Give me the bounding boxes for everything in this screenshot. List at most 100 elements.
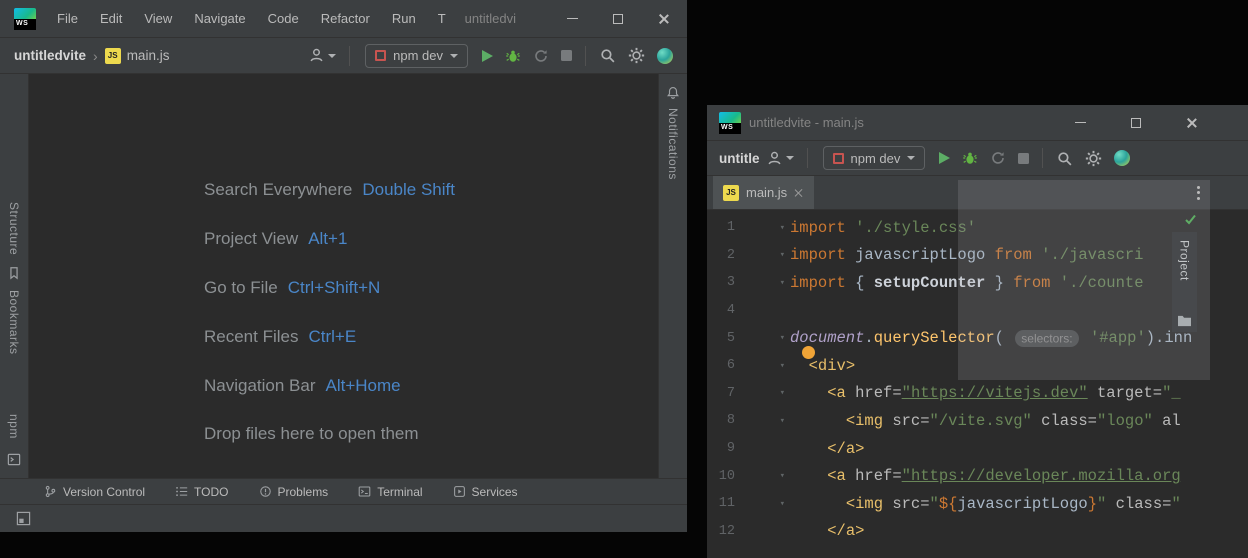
breadcrumb-file[interactable]: main.js bbox=[127, 48, 170, 63]
search-everywhere-button[interactable] bbox=[1050, 145, 1079, 171]
tool-button-version-control[interactable]: Version Control bbox=[44, 485, 145, 499]
code-line[interactable]: 7▾ <a href="https://vitejs.dev" target="… bbox=[707, 380, 1248, 408]
menu-refactor[interactable]: Refactor bbox=[310, 11, 381, 26]
rerun-button[interactable] bbox=[984, 145, 1012, 171]
code-line[interactable]: 12 </a> bbox=[707, 518, 1248, 546]
user-avatar-button[interactable] bbox=[760, 145, 800, 171]
minimize-button[interactable] bbox=[549, 0, 595, 37]
line-number[interactable]: 9 bbox=[707, 441, 735, 456]
bookmark-icon[interactable] bbox=[7, 266, 21, 280]
line-number[interactable]: 8 bbox=[707, 413, 735, 428]
tool-button-project[interactable]: Project bbox=[1172, 232, 1197, 332]
line-number[interactable]: 12 bbox=[707, 524, 735, 539]
title-bar[interactable]: WS untitledvite - main.js bbox=[707, 105, 1248, 141]
tool-button-npm[interactable]: npm bbox=[7, 414, 21, 439]
breadcrumb-project[interactable]: untitledvite bbox=[14, 48, 86, 63]
npm-config-icon bbox=[833, 153, 844, 164]
search-everywhere-button[interactable] bbox=[593, 43, 622, 69]
line-number[interactable]: 5 bbox=[707, 331, 735, 346]
settings-button[interactable] bbox=[622, 43, 651, 69]
tab-mainjs[interactable]: JS main.js bbox=[713, 176, 814, 209]
user-avatar-button[interactable] bbox=[302, 43, 342, 69]
code-line[interactable]: 11▾ <img src="${javascriptLogo}" class=" bbox=[707, 490, 1248, 518]
menu-run[interactable]: Run bbox=[381, 11, 427, 26]
fold-marker-icon[interactable]: ▾ bbox=[735, 223, 790, 233]
fold-marker-icon[interactable]: ▾ bbox=[735, 333, 790, 343]
stop-button[interactable] bbox=[1012, 145, 1035, 171]
close-button[interactable] bbox=[1164, 105, 1220, 140]
tool-button-todo[interactable]: TODO bbox=[175, 485, 228, 499]
fold-marker-icon[interactable]: ▾ bbox=[735, 499, 790, 509]
tool-button-terminal[interactable]: Terminal bbox=[358, 485, 422, 499]
run-config-combo[interactable]: npm dev bbox=[823, 146, 926, 170]
line-number[interactable]: 7 bbox=[707, 386, 735, 401]
line-number[interactable]: 10 bbox=[707, 469, 735, 484]
breadcrumb-separator: › bbox=[93, 48, 98, 64]
window-untitledvite-mainjs: WS untitledvite - main.js untitle npm de… bbox=[707, 105, 1248, 558]
code-line[interactable]: 9 </a> bbox=[707, 435, 1248, 463]
menu-navigate[interactable]: Navigate bbox=[183, 11, 256, 26]
settings-button[interactable] bbox=[1079, 145, 1108, 171]
play-icon bbox=[939, 152, 950, 164]
bell-icon[interactable] bbox=[666, 86, 680, 100]
breadcrumb-project[interactable]: untitle bbox=[719, 151, 760, 166]
line-number[interactable]: 6 bbox=[707, 358, 735, 373]
debug-button[interactable] bbox=[499, 43, 527, 69]
maximize-button[interactable] bbox=[1108, 105, 1164, 140]
maximize-button[interactable] bbox=[595, 0, 641, 37]
line-number[interactable]: 2 bbox=[707, 248, 735, 263]
toolwindow-toggle-icon[interactable] bbox=[16, 511, 31, 526]
window-title: untitledvi bbox=[465, 11, 516, 26]
editor-area[interactable]: Search EverywhereDouble ShiftProject Vie… bbox=[29, 74, 658, 478]
line-number[interactable]: 3 bbox=[707, 275, 735, 290]
tool-button-problems[interactable]: Problems bbox=[259, 485, 329, 499]
run-config-combo[interactable]: npm dev bbox=[365, 44, 468, 68]
fold-marker-icon[interactable]: ▾ bbox=[735, 416, 790, 426]
fold-marker-icon[interactable]: ▾ bbox=[735, 278, 790, 288]
code-line[interactable]: 8▾ <img src="/vite.svg" class="logo" al bbox=[707, 407, 1248, 435]
tool-button-structure[interactable]: Structure bbox=[7, 202, 21, 255]
plugin-sphere-button[interactable] bbox=[651, 43, 679, 69]
line-number[interactable]: 4 bbox=[707, 303, 735, 318]
terminal-tool-icon[interactable] bbox=[7, 452, 22, 467]
code-text: <img src="/vite.svg" class="logo" al bbox=[790, 412, 1181, 430]
close-tab-icon[interactable] bbox=[794, 188, 804, 198]
tool-button-notifications[interactable]: Notifications bbox=[666, 108, 680, 180]
tool-button-label: Terminal bbox=[377, 485, 422, 499]
tool-button-services[interactable]: Services bbox=[453, 485, 518, 499]
minimize-button[interactable] bbox=[1052, 105, 1108, 140]
fold-marker-icon[interactable]: ▾ bbox=[735, 361, 790, 371]
tool-button-bookmarks[interactable]: Bookmarks bbox=[7, 290, 21, 355]
menu-edit[interactable]: Edit bbox=[89, 11, 133, 26]
title-bar[interactable]: WS FileEditViewNavigateCodeRefactorRunT … bbox=[0, 0, 687, 38]
line-number[interactable]: 11 bbox=[707, 496, 735, 511]
code-line[interactable]: 10▾ <a href="https://developer.mozilla.o… bbox=[707, 462, 1248, 490]
menu-code[interactable]: Code bbox=[257, 11, 310, 26]
shortcut-hints: Search EverywhereDouble ShiftProject Vie… bbox=[204, 166, 455, 459]
right-tool-stripe: Notifications bbox=[658, 74, 687, 478]
hint-shortcut-label: Ctrl+Shift+N bbox=[288, 278, 381, 298]
debug-button[interactable] bbox=[956, 145, 984, 171]
hint-action-label: Go to File bbox=[204, 278, 278, 298]
fold-marker-icon[interactable]: ▾ bbox=[735, 471, 790, 481]
line-number[interactable]: 1 bbox=[707, 220, 735, 235]
maximize-icon bbox=[1131, 118, 1141, 128]
inspections-check-icon[interactable] bbox=[1184, 213, 1197, 226]
fold-marker-icon[interactable]: ▾ bbox=[735, 388, 790, 398]
tab-options-kebab-icon[interactable] bbox=[1193, 176, 1204, 209]
editor-hint: Search EverywhereDouble Shift bbox=[204, 166, 455, 215]
run-button[interactable] bbox=[933, 145, 956, 171]
run-button[interactable] bbox=[476, 43, 499, 69]
fold-marker-icon[interactable]: ▾ bbox=[735, 250, 790, 260]
restart-icon bbox=[533, 48, 549, 64]
menu-file[interactable]: File bbox=[46, 11, 89, 26]
todo-list-icon bbox=[175, 485, 188, 498]
plugin-sphere-button[interactable] bbox=[1108, 145, 1136, 171]
menu-view[interactable]: View bbox=[133, 11, 183, 26]
menu-t[interactable]: T bbox=[427, 11, 457, 26]
stop-button[interactable] bbox=[555, 43, 578, 69]
play-icon bbox=[482, 50, 493, 62]
bottom-tool-buttons: Version Control TODO Problems Terminal S… bbox=[0, 478, 687, 504]
rerun-button[interactable] bbox=[527, 43, 555, 69]
close-button[interactable] bbox=[641, 0, 687, 37]
